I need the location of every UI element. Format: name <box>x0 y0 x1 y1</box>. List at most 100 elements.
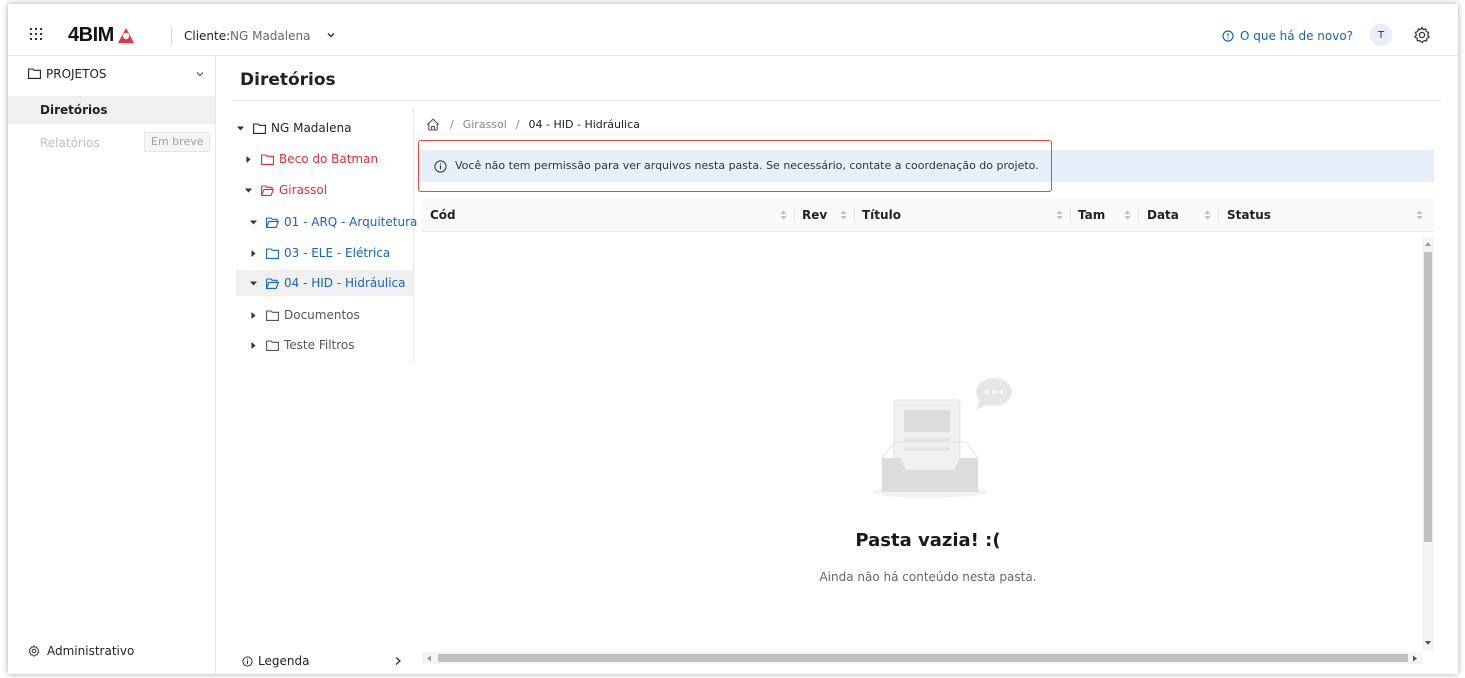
tree-node-teste-filtros[interactable]: Teste Filtros <box>249 332 355 358</box>
info-circle-icon <box>242 656 253 667</box>
info-circle-icon <box>434 160 447 173</box>
column-divider <box>1218 208 1219 222</box>
legend-toggle[interactable]: Legenda <box>234 654 404 674</box>
folder-icon <box>266 339 279 351</box>
column-header-titulo[interactable]: Título <box>862 208 901 222</box>
empty-folder-illustration <box>872 378 1012 498</box>
folder-open-icon <box>261 184 274 196</box>
tree-node-girassol[interactable]: Girassol <box>244 177 327 203</box>
user-avatar[interactable]: T <box>1370 24 1392 46</box>
horizontal-scroll-thumb[interactable] <box>438 654 1408 662</box>
home-icon[interactable] <box>426 117 440 131</box>
tree-node-label: NG Madalena <box>271 121 352 135</box>
empty-state-title: Pasta vazia! :( <box>855 530 1001 551</box>
info-circle-icon <box>1222 30 1234 42</box>
caret-down-icon[interactable] <box>249 279 258 288</box>
tree-node-label: Girassol <box>279 183 328 197</box>
empty-state-subtitle: Ainda não há conteúdo nesta pasta. <box>819 570 1037 584</box>
client-selector[interactable]: NG Madalena <box>230 29 310 43</box>
column-header-cod[interactable]: Cód <box>430 208 456 222</box>
vertical-scrollbar[interactable] <box>1422 238 1434 650</box>
column-divider <box>854 208 855 222</box>
title-divider <box>232 100 1442 101</box>
caret-down-icon[interactable] <box>236 124 245 133</box>
tree-node-arquitetura[interactable]: 01 - ARQ - Arquitetura <box>249 209 417 235</box>
logo-text: 4BIM <box>68 23 114 46</box>
tree-node-ng-madalena[interactable]: NG Madalena <box>236 115 351 141</box>
projects-label: PROJETOS <box>46 67 107 81</box>
tree-node-eletrica[interactable]: 03 - ELE - Elétrica <box>249 240 390 266</box>
sidebar-item-administrativo[interactable]: Administrativo <box>28 644 134 658</box>
sidebar-item-relatorios: Relatórios <box>40 136 100 150</box>
caret-right-icon[interactable] <box>249 311 258 320</box>
brand-logo[interactable]: 4BIM <box>68 22 136 48</box>
chevron-right-icon <box>395 657 401 665</box>
vertical-scroll-thumb[interactable] <box>1424 252 1432 542</box>
top-header: 4BIM Cliente: NG Madalena O que há de no… <box>8 4 1458 56</box>
folder-open-icon <box>266 216 279 228</box>
folder-open-icon <box>266 277 279 289</box>
folder-icon <box>266 247 279 259</box>
sort-icon[interactable] <box>780 210 787 220</box>
column-header-tam[interactable]: Tam <box>1078 208 1105 222</box>
sort-icon[interactable] <box>1204 210 1211 220</box>
directory-tree: NG Madalena Beco do Batman Girassol 01 -… <box>224 108 417 362</box>
tree-node-beco-do-batman[interactable]: Beco do Batman <box>244 146 378 172</box>
tree-node-hidraulica[interactable]: 04 - HID - Hidráulica <box>236 270 414 296</box>
sort-icon[interactable] <box>1416 210 1423 220</box>
tree-node-label: 03 - ELE - Elétrica <box>284 246 391 260</box>
column-header-rev[interactable]: Rev <box>802 208 827 222</box>
scroll-right-arrow-icon[interactable] <box>1412 655 1418 662</box>
alert-message: Você não tem permissão para ver arquivos… <box>455 159 1039 172</box>
folder-icon <box>28 68 41 79</box>
settings-gear-icon[interactable] <box>1413 26 1431 44</box>
sort-icon[interactable] <box>840 210 847 220</box>
column-header-data[interactable]: Data <box>1147 208 1179 222</box>
folder-icon <box>261 153 274 165</box>
caret-right-icon[interactable] <box>249 249 258 258</box>
tree-node-label: Documentos <box>284 308 360 322</box>
tree-node-label: Teste Filtros <box>284 338 355 352</box>
breadcrumb-item-current: 04 - HID - Hidráulica <box>528 117 640 131</box>
scroll-left-arrow-icon[interactable] <box>426 655 432 662</box>
sort-icon[interactable] <box>1124 210 1131 220</box>
apps-grid-icon[interactable] <box>30 28 42 40</box>
tree-node-documentos[interactable]: Documentos <box>249 302 360 328</box>
admin-label: Administrativo <box>47 644 135 658</box>
folder-icon <box>253 122 266 134</box>
horizontal-scrollbar[interactable] <box>422 652 1422 664</box>
app-window: 4BIM Cliente: NG Madalena O que há de no… <box>8 4 1458 674</box>
scroll-up-arrow-icon[interactable] <box>1424 241 1432 247</box>
chevron-down-icon[interactable] <box>326 30 336 40</box>
gear-icon <box>28 645 40 657</box>
whats-new-label: O que há de novo? <box>1240 29 1354 43</box>
files-table-header: Cód Rev Título Tam Data Status <box>422 198 1434 232</box>
logo-mark-icon <box>117 28 134 43</box>
caret-down-icon[interactable] <box>244 186 253 195</box>
breadcrumb-separator: / <box>515 117 520 131</box>
caret-down-icon[interactable] <box>249 218 258 227</box>
column-divider <box>1138 208 1139 222</box>
caret-right-icon[interactable] <box>249 341 258 350</box>
legend-label: Legenda <box>258 654 310 668</box>
scroll-down-arrow-icon[interactable] <box>1424 640 1432 646</box>
column-divider <box>794 208 795 222</box>
chevron-down-icon <box>196 72 204 77</box>
sidebar-item-label: Diretórios <box>40 103 108 117</box>
column-header-status[interactable]: Status <box>1227 208 1271 222</box>
tree-node-label: 04 - HID - Hidráulica <box>284 276 406 290</box>
folder-icon <box>266 309 279 321</box>
breadcrumb: / Girassol / 04 - HID - Hidráulica <box>426 115 640 133</box>
client-label: Cliente: <box>184 29 231 43</box>
caret-right-icon[interactable] <box>244 155 253 164</box>
projects-menu[interactable]: PROJETOS <box>8 64 216 84</box>
column-divider <box>1070 208 1071 222</box>
sidebar-item-diretorios[interactable]: Diretórios <box>8 96 215 124</box>
whats-new-link[interactable]: O que há de novo? <box>1222 29 1353 43</box>
tree-node-label: Beco do Batman <box>279 152 379 166</box>
page-title: Diretórios <box>240 70 336 90</box>
sort-icon[interactable] <box>1056 210 1063 220</box>
breadcrumb-item-girassol[interactable]: Girassol <box>463 118 507 131</box>
header-divider <box>171 26 172 46</box>
breadcrumb-separator: / <box>450 117 454 131</box>
